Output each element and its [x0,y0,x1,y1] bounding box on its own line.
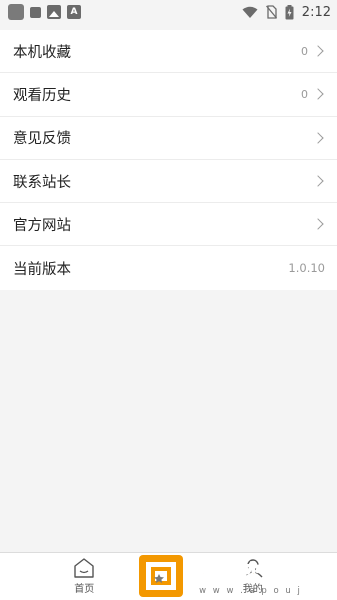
wifi-icon [242,6,258,18]
a-icon: A [67,5,81,19]
watermark-url: w w w . a p o u j [199,586,302,596]
home-icon [74,558,94,578]
watermark-text: 欧全软件园 [187,562,314,588]
menu-item-count: 0 [301,87,308,101]
menu-item-history[interactable]: 观看历史 0 [0,73,337,117]
screen: A 2:12 本机收藏 0 观看历史 0 意见反馈 联系站长 官方网站 当前版本… [0,0,337,600]
menu-item-favorites[interactable]: 本机收藏 0 [0,30,337,74]
menu-item-count: 0 [301,44,308,58]
menu-item-contact[interactable]: 联系站长 [0,160,337,204]
watermark: 欧全软件园 w w w . a p o u j [138,552,337,600]
menu-item-website[interactable]: 官方网站 [0,203,337,247]
app-icon [8,4,24,20]
nav-tab-label: 首页 [74,584,95,595]
menu-item-label: 当前版本 [13,261,71,278]
watermark-logo [139,555,183,597]
menu-item-label: 官方网站 [13,217,71,234]
chevron-right-icon [312,88,324,101]
version-number: 1.0.10 [288,261,325,276]
notification-icon [30,6,41,18]
status-bar-left: A [8,4,81,20]
status-time: 2:12 [301,4,331,20]
menu-item-label: 观看历史 [13,87,71,104]
menu-item-version: 当前版本 1.0.10 [0,246,337,289]
chevron-right-icon [312,132,324,144]
chevron-right-icon [312,45,324,57]
menu-item-label: 联系站长 [13,174,71,191]
status-bar: A 2:12 [0,0,337,24]
chevron-right-icon [312,218,324,230]
image-icon [47,5,61,19]
settings-list: 本机收藏 0 观看历史 0 意见反馈 联系站长 官方网站 当前版本 1.0.10 [0,30,337,290]
watermark-text-wrap: 欧全软件园 w w w . a p o u j [187,556,314,597]
menu-item-feedback[interactable]: 意见反馈 [0,117,337,160]
status-bar-right: 2:12 [242,4,331,20]
battery-charging-icon [285,4,294,19]
menu-item-label: 本机收藏 [13,44,71,61]
no-sim-icon [265,5,277,19]
menu-item-label: 意见反馈 [13,131,71,148]
chevron-right-icon [312,175,324,187]
